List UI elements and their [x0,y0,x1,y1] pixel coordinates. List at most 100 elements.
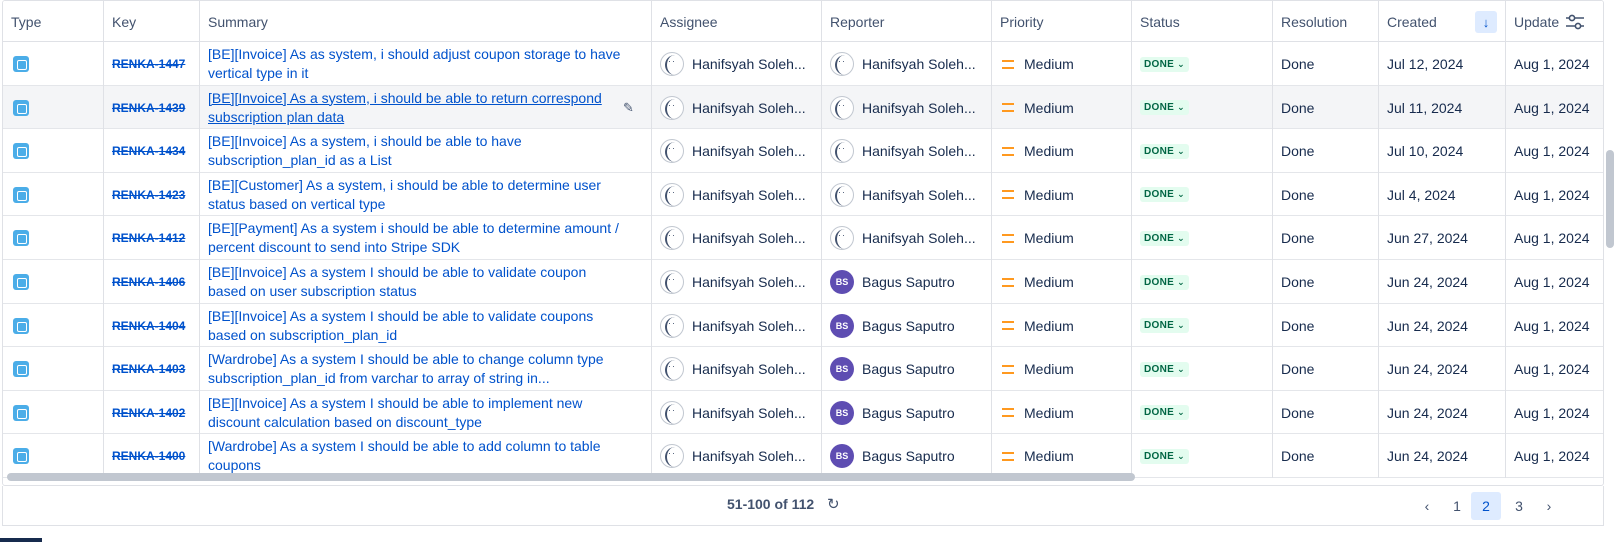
reporter-cell[interactable]: Hanifsyah Soleh... [822,42,992,86]
issue-summary-link[interactable]: [BE][Invoice] As a system I should be ab… [208,263,651,301]
next-page-button[interactable]: › [1535,492,1563,520]
reporter-cell[interactable]: BS Bagus Saputro [822,390,992,435]
issue-key-link[interactable]: RENKA-1404 [112,319,185,333]
issue-key-link[interactable]: RENKA-1439 [112,101,185,115]
issue-key-link[interactable]: RENKA-1400 [112,449,185,463]
column-header-assignee[interactable]: Assignee [652,1,822,42]
assignee-cell[interactable]: Hanifsyah Soleh... [652,85,822,130]
issue-summary-link[interactable]: [BE][Invoice] As as system, i should adj… [208,45,651,83]
status-label: DONE [1144,276,1175,288]
issue-summary-link[interactable]: [Wardrobe] As a system I should be able … [208,437,651,475]
priority-medium-icon [1002,103,1014,113]
reporter-cell[interactable]: BS Bagus Saputro [822,303,992,348]
status-lozenge[interactable]: DONE ⌄ [1140,405,1189,421]
column-header-key[interactable]: Key [104,1,200,42]
status-lozenge[interactable]: DONE ⌄ [1140,56,1189,72]
issue-key-link[interactable]: RENKA-1423 [112,188,185,202]
issue-summary-link[interactable]: [BE][Invoice] As a system, i should be a… [208,89,651,127]
priority-cell[interactable]: Medium [992,347,1132,392]
reporter-cell[interactable]: BS Bagus Saputro [822,260,992,304]
table-row[interactable]: RENKA-1412 [BE][Payment] As a system i s… [3,216,1603,261]
table-row[interactable]: RENKA-1403 [Wardrobe] As a system I shou… [3,347,1603,392]
issue-summary-link[interactable]: [BE][Invoice] As a system, i should be a… [208,132,651,170]
issue-key-link[interactable]: RENKA-1406 [112,275,185,289]
issue-key-link[interactable]: RENKA-1403 [112,362,185,376]
column-header-updated[interactable]: Update [1506,1,1603,42]
status-lozenge[interactable]: DONE ⌄ [1140,100,1189,116]
pagination-footer: 51-100 of 112 ↻ ‹ 1 2 3 › [2,486,1604,526]
status-lozenge[interactable]: DONE ⌄ [1140,361,1189,377]
chevron-down-icon: ⌄ [1177,58,1185,69]
status-lozenge[interactable]: DONE ⌄ [1140,187,1189,203]
column-header-created[interactable]: Created ↓ [1379,1,1506,42]
issue-summary-link[interactable]: [BE][Payment] As a system i should be ab… [208,219,651,257]
priority-cell[interactable]: Medium [992,303,1132,348]
issue-summary-link[interactable]: [BE][Invoice] As a system I should be ab… [208,394,651,432]
status-lozenge[interactable]: DONE ⌄ [1140,448,1189,464]
column-header-reporter[interactable]: Reporter [822,1,992,42]
issue-key-link[interactable]: RENKA-1447 [112,57,185,71]
reporter-cell[interactable]: BS Bagus Saputro [822,347,992,392]
issue-navigator: Type Key Summary Assignee Reporter Prior… [0,0,1618,542]
pencil-icon[interactable]: ✎ [623,100,639,116]
vertical-scrollbar[interactable] [1606,150,1614,248]
assignee-cell[interactable]: Hanifsyah Soleh... [652,129,822,174]
reporter-cell[interactable]: BS Bagus Saputro [822,434,992,479]
page-2-button[interactable]: 2 [1471,492,1501,520]
assignee-cell[interactable]: Hanifsyah Soleh... [652,216,822,261]
reporter-cell[interactable]: Hanifsyah Soleh... [822,216,992,261]
issue-summary-link[interactable]: [BE][Invoice] As a system I should be ab… [208,307,651,345]
status-lozenge[interactable]: DONE ⌄ [1140,230,1189,246]
column-header-summary[interactable]: Summary [200,1,652,42]
priority-cell[interactable]: Medium [992,434,1132,479]
priority-label: Medium [1024,317,1074,334]
issue-key-link[interactable]: RENKA-1402 [112,406,185,420]
page-3-button[interactable]: 3 [1505,492,1533,520]
column-header-resolution[interactable]: Resolution [1273,1,1379,42]
resolution-label: Done [1281,99,1315,116]
table-row[interactable]: RENKA-1439 [BE][Invoice] As a system, i … [3,85,1603,130]
issue-summary-link[interactable]: [Wardrobe] As a system I should be able … [208,350,651,388]
table-row[interactable]: RENKA-1400 [Wardrobe] As a system I shou… [3,434,1603,479]
priority-cell[interactable]: Medium [992,390,1132,435]
issue-summary-link[interactable]: [BE][Customer] As a system, i should be … [208,176,651,214]
table-row[interactable]: RENKA-1402 [BE][Invoice] As a system I s… [3,390,1603,435]
previous-page-button[interactable]: ‹ [1413,492,1441,520]
issue-key-link[interactable]: RENKA-1412 [112,231,185,245]
reporter-cell[interactable]: Hanifsyah Soleh... [822,85,992,130]
priority-cell[interactable]: Medium [992,42,1132,86]
status-lozenge[interactable]: DONE ⌄ [1140,274,1189,290]
issue-key-link[interactable]: RENKA-1434 [112,144,185,158]
table-row[interactable]: RENKA-1434 [BE][Invoice] As a system, i … [3,129,1603,174]
reporter-name: Bagus Saputro [862,448,955,465]
assignee-cell[interactable]: Hanifsyah Soleh... [652,42,822,86]
status-lozenge[interactable]: DONE ⌄ [1140,143,1189,159]
arrow-down-icon[interactable]: ↓ [1475,11,1497,33]
priority-cell[interactable]: Medium [992,172,1132,217]
assignee-cell[interactable]: Hanifsyah Soleh... [652,434,822,479]
assignee-cell[interactable]: Hanifsyah Soleh... [652,260,822,304]
table-row[interactable]: RENKA-1406 [BE][Invoice] As a system I s… [3,260,1603,304]
horizontal-scrollbar[interactable] [7,473,1135,481]
priority-cell[interactable]: Medium [992,260,1132,304]
status-lozenge[interactable]: DONE ⌄ [1140,318,1189,334]
assignee-cell[interactable]: Hanifsyah Soleh... [652,172,822,217]
assignee-cell[interactable]: Hanifsyah Soleh... [652,303,822,348]
refresh-icon[interactable]: ↻ [827,495,840,513]
table-row[interactable]: RENKA-1447 [BE][Invoice] As as system, i… [3,42,1603,86]
column-settings-button[interactable] [1561,9,1589,35]
column-header-type[interactable]: Type [3,1,104,42]
page-1-button[interactable]: 1 [1443,492,1471,520]
sliders-icon [1566,14,1584,30]
reporter-cell[interactable]: Hanifsyah Soleh... [822,129,992,174]
assignee-cell[interactable]: Hanifsyah Soleh... [652,390,822,435]
table-row[interactable]: RENKA-1423 [BE][Customer] As a system, i… [3,172,1603,217]
assignee-cell[interactable]: Hanifsyah Soleh... [652,347,822,392]
reporter-cell[interactable]: Hanifsyah Soleh... [822,172,992,217]
table-row[interactable]: RENKA-1404 [BE][Invoice] As a system I s… [3,303,1603,348]
priority-cell[interactable]: Medium [992,129,1132,174]
priority-cell[interactable]: Medium [992,85,1132,130]
priority-cell[interactable]: Medium [992,216,1132,261]
column-header-priority[interactable]: Priority [992,1,1132,42]
column-header-status[interactable]: Status [1132,1,1273,42]
